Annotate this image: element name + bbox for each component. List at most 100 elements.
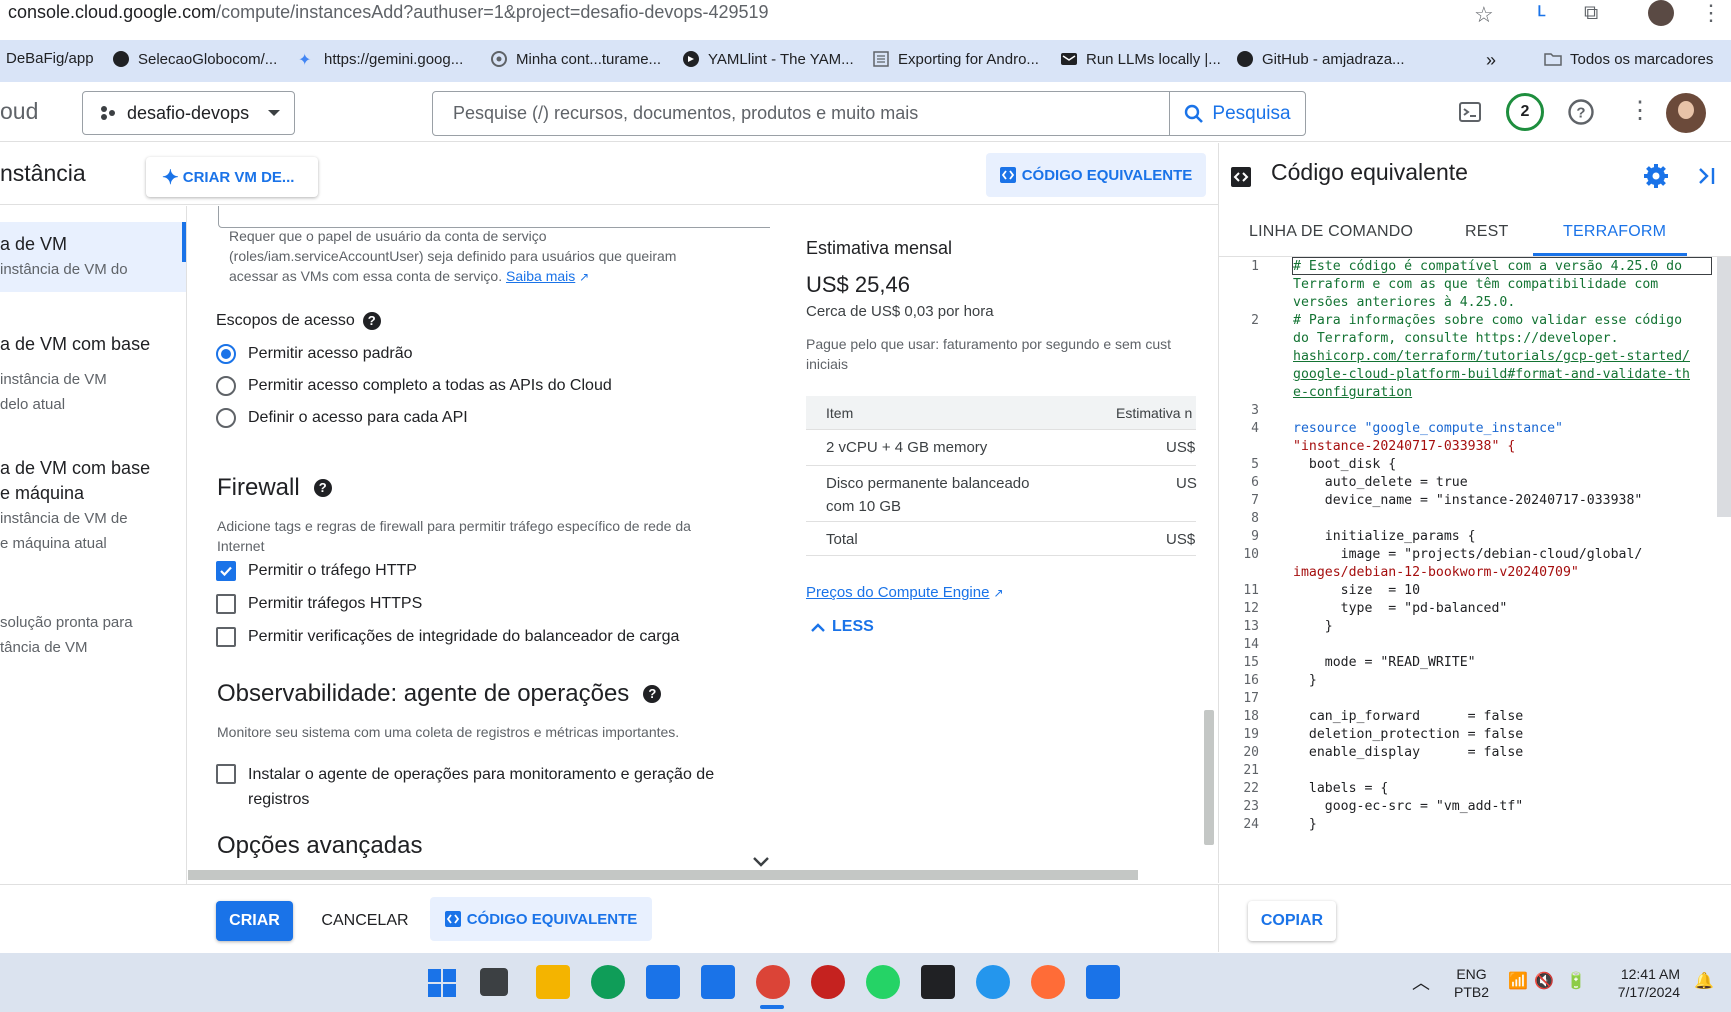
clock[interactable]: 12:41 AM 7/17/2024 — [1606, 965, 1680, 1001]
checkbox-lb-health[interactable]: Permitir verificações de integridade do … — [216, 627, 679, 647]
chevron-up-icon[interactable]: ︿ — [1412, 969, 1430, 995]
table-row: 2 vCPU + 4 GB memory US$ — [806, 430, 1196, 466]
copy-button[interactable]: COPIAR — [1248, 901, 1336, 941]
chevron-down-icon[interactable] — [752, 856, 770, 868]
whatsapp-icon[interactable] — [866, 965, 900, 999]
tab-rest[interactable]: REST — [1465, 223, 1508, 241]
mail-icon — [1061, 53, 1077, 65]
code-line: initialize_params { — [1293, 529, 1476, 544]
all-bookmarks-folder[interactable]: Todos os marcadores — [1544, 50, 1713, 68]
browser-menu-icon[interactable]: ⋮ — [1700, 0, 1722, 26]
line-number: 6 — [1251, 475, 1259, 490]
learn-more-link[interactable]: Saiba mais — [506, 268, 575, 284]
terminal-icon[interactable] — [921, 965, 955, 999]
checkbox[interactable] — [216, 764, 236, 784]
bookmark-item[interactable]: SelecaoGlobocom/... — [112, 50, 277, 68]
volume-mute-icon[interactable]: 🔇 — [1534, 971, 1554, 991]
clock-time: 12:41 AM — [1620, 966, 1680, 982]
bookmark-item[interactable]: YAMLlint - The YAM... — [682, 50, 854, 68]
project-picker[interactable]: desafio-devops — [82, 91, 295, 135]
task-view-icon[interactable] — [480, 968, 508, 996]
checkbox-ops-agent[interactable]: Instalar o agente de operações para moni… — [216, 764, 714, 812]
wifi-icon[interactable]: 📶 — [1508, 971, 1528, 991]
help-icon[interactable]: ? — [313, 479, 332, 497]
create-button[interactable]: CRIAR — [216, 901, 293, 941]
file-explorer-icon[interactable] — [536, 965, 570, 999]
search-button[interactable]: Pesquisa — [1169, 92, 1305, 135]
translate-icon[interactable]: Ꮮ — [1538, 3, 1558, 21]
advanced-options-title[interactable]: Opções avançadas — [217, 832, 422, 860]
postman-icon[interactable] — [1031, 965, 1065, 999]
service-account-select[interactable] — [218, 206, 770, 228]
more-bookmarks-icon[interactable]: » — [1486, 50, 1496, 71]
radio-button[interactable] — [216, 376, 236, 396]
cloud-shell-icon[interactable] — [1458, 100, 1482, 124]
code-vertical-scrollbar[interactable] — [1717, 257, 1731, 517]
docker-icon[interactable] — [976, 965, 1010, 999]
radio-full-access[interactable]: Permitir acesso completo a todas as APIs… — [216, 376, 612, 396]
bookmark-item[interactable]: ✦ https://gemini.goog... — [298, 50, 463, 70]
checkbox-http[interactable]: Permitir o tráfego HTTP — [216, 561, 417, 581]
profile-avatar-icon[interactable] — [1648, 0, 1674, 26]
bookmark-item[interactable]: GitHub - amjadraza... — [1236, 50, 1405, 68]
tab-command-line[interactable]: LINHA DE COMANDO — [1249, 223, 1413, 241]
windows-start-icon[interactable] — [426, 967, 458, 999]
equivalent-code-label: CÓDIGO EQUIVALENTE — [1021, 166, 1193, 184]
observability-header: Observabilidade: agente de operações ? — [217, 680, 662, 708]
radio-per-api-access[interactable]: Definir o acesso para cada API — [216, 408, 468, 428]
bookmark-item[interactable]: Minha cont...turame... — [490, 50, 661, 68]
vscode-icon[interactable] — [701, 965, 735, 999]
notification-bell-icon[interactable]: 🔔 — [1694, 971, 1714, 991]
code-line: google-cloud-platform-build#format-and-v… — [1293, 367, 1690, 382]
microsoft-store-icon[interactable] — [646, 965, 680, 999]
browser-address-bar[interactable]: console.cloud.google.com/compute/instanc… — [0, 0, 1731, 28]
search-input[interactable] — [433, 92, 1169, 135]
nav-item-marketplace[interactable]: solução pronta para tância de VM — [0, 610, 186, 660]
star-icon[interactable]: ☆ — [1474, 2, 1494, 28]
bookmark-item[interactable]: DeBaFig/app — [6, 50, 94, 67]
radio-default-access[interactable]: Permitir acesso padrão — [216, 344, 413, 364]
help-icon[interactable]: ? — [1567, 98, 1595, 126]
more-options-icon[interactable]: ⋮ — [1628, 96, 1652, 125]
extensions-icon[interactable]: ⧉ — [1584, 2, 1598, 25]
gear-icon[interactable] — [1643, 163, 1669, 189]
code-line: enable_display = false — [1293, 745, 1524, 760]
bookmark-item[interactable]: Run LLMs locally |... — [1060, 50, 1221, 68]
table-cell: US$ — [1166, 439, 1196, 456]
checkbox[interactable] — [216, 561, 236, 581]
screen-recorder-icon[interactable] — [811, 965, 845, 999]
bookmark-item[interactable]: Exporting for Andro... — [872, 50, 1039, 68]
notifications-badge[interactable]: 2 — [1506, 93, 1544, 131]
nav-item-from-machine-image[interactable]: a de VM com base e máquina instância de … — [0, 456, 186, 556]
help-icon[interactable]: ? — [362, 312, 381, 330]
account-avatar[interactable] — [1666, 93, 1706, 133]
nav-item-from-template[interactable]: a de VM com base instância de VM delo at… — [0, 332, 186, 417]
tab-terraform[interactable]: TERRAFORM — [1563, 223, 1666, 241]
cancel-button[interactable]: CANCELAR — [318, 901, 412, 941]
equivalent-code-button[interactable]: CÓDIGO EQUIVALENTE — [986, 153, 1206, 197]
nav-item-new-vm[interactable]: a de VM instância de VM do — [0, 222, 186, 292]
notepad-icon[interactable] — [1086, 965, 1120, 999]
pricing-link[interactable]: Preços do Compute Engine ↗ — [806, 584, 1004, 601]
terraform-code-editor[interactable]: 1 2 3 4 5 6 7 8 9 10 11 12 13 14 15 16 1… — [1219, 257, 1715, 857]
less-label: LESS — [832, 618, 874, 635]
radio-button[interactable] — [216, 408, 236, 428]
url-text[interactable]: console.cloud.google.com/compute/instanc… — [8, 2, 769, 23]
vertical-scrollbar[interactable] — [1204, 710, 1214, 845]
checkbox[interactable] — [216, 627, 236, 647]
help-icon[interactable]: ? — [643, 685, 662, 703]
checkbox-https[interactable]: Permitir tráfegos HTTPS — [216, 594, 422, 614]
collapse-panel-icon[interactable] — [1697, 165, 1717, 187]
edge-icon[interactable] — [591, 965, 625, 999]
battery-icon[interactable]: 🔋 — [1566, 971, 1586, 991]
equivalent-code-bottom-button[interactable]: CÓDIGO EQUIVALENTE — [430, 897, 652, 941]
chrome-icon[interactable] — [756, 965, 790, 999]
checkbox[interactable] — [216, 594, 236, 614]
create-vm-ai-button[interactable]: ✦ CRIAR VM DE... — [146, 157, 318, 197]
instance-form: Requer que o papel de usuário da conta d… — [188, 206, 770, 884]
radio-button[interactable] — [216, 344, 236, 364]
language-indicator[interactable]: ENG PTB2 — [1454, 965, 1489, 1001]
less-button[interactable]: LESS — [810, 618, 874, 636]
radio-label: Permitir acesso completo a todas as APIs… — [248, 377, 612, 394]
horizontal-scrollbar-track[interactable] — [188, 870, 1138, 880]
